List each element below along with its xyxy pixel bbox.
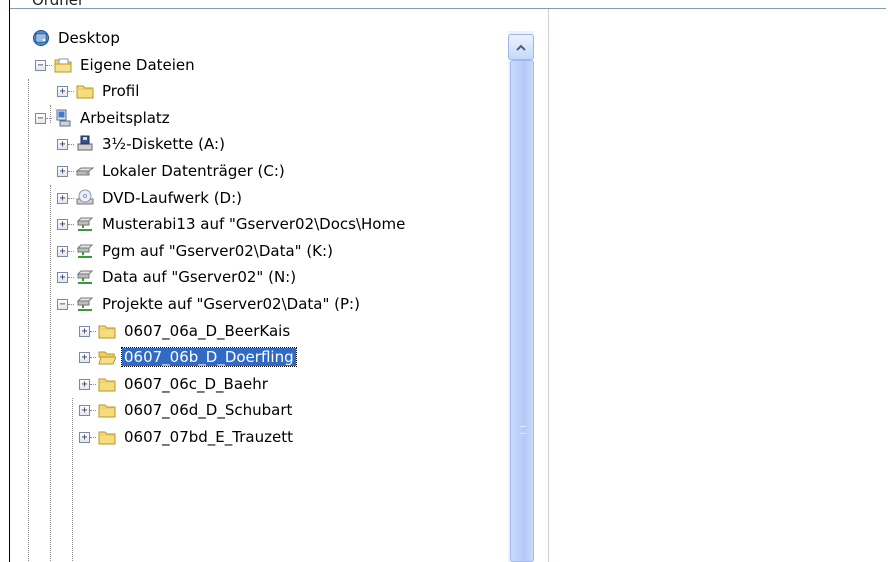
expand-icon[interactable]: + — [57, 139, 68, 151]
tree-item[interactable]: Eigene Dateien — [54, 52, 197, 78]
folder-icon — [98, 375, 116, 393]
scroll-grip — [520, 426, 526, 434]
documents-folder-icon — [54, 56, 72, 74]
tree-connector — [68, 304, 74, 305]
folder-icon — [98, 401, 116, 419]
tree-item-label: 0607_07bd_E_Trauzett — [124, 428, 293, 446]
tree-connector — [68, 144, 74, 146]
folder-icon — [98, 428, 116, 446]
expand-icon[interactable]: + — [79, 405, 90, 417]
tree-item-label: DVD-Laufwerk (D:) — [102, 188, 243, 207]
tree-item-label: 0607_06d_D_Schubart — [124, 401, 293, 420]
network-drive-icon — [76, 215, 94, 233]
tree-connector — [68, 250, 74, 252]
network-drive-icon — [76, 295, 94, 313]
tree-connector — [68, 197, 74, 199]
tree-item-label: Musterabi13 auf "Gserver02\Docs\Home — [102, 215, 406, 234]
expand-icon[interactable]: + — [79, 325, 90, 337]
tree-item-label: Desktop — [58, 29, 120, 47]
tree-item-label: Projekte auf "Gserver02\Data" (P:) — [102, 295, 360, 313]
tree-item[interactable]: Desktop — [32, 25, 122, 51]
tree-connector — [90, 383, 96, 385]
tree-item[interactable]: 0607_06c_D_Baehr — [98, 371, 270, 397]
tree-item[interactable]: Projekte auf "Gserver02\Data" (P:) — [76, 291, 362, 317]
expand-icon[interactable]: + — [79, 378, 90, 390]
network-drive-icon — [76, 242, 94, 260]
tree-item[interactable]: 0607_06d_D_Schubart — [98, 397, 294, 423]
dvd-drive-icon — [76, 189, 94, 207]
folder-icon — [98, 322, 116, 340]
tree-connector — [90, 437, 96, 438]
content-pane — [548, 9, 877, 562]
collapse-icon[interactable]: − — [35, 112, 46, 124]
scroll-up-button[interactable] — [508, 34, 534, 60]
pane-title: Ordner — [32, 0, 85, 9]
folder-tree[interactable]: Desktop − Eigene Dateien + Profil − Arbeitspla… — [10, 9, 508, 562]
tree-item-label: 3½-Diskette (A:) — [102, 135, 225, 154]
tree-item-label: Lokaler Datenträger (C:) — [102, 162, 285, 180]
network-drive-icon — [76, 268, 94, 286]
tree-item[interactable]: 0607_06a_D_BeerKais — [98, 318, 292, 344]
expand-icon[interactable]: + — [57, 86, 68, 98]
tree-connector — [68, 277, 74, 279]
expand-icon[interactable]: + — [57, 272, 68, 284]
tree-item[interactable]: Profil — [76, 78, 141, 104]
tree-connector — [46, 117, 52, 119]
tree-connector — [90, 330, 96, 332]
expand-icon[interactable]: + — [57, 166, 68, 177]
tree-item-label: 0607_06a_D_BeerKais — [124, 321, 291, 340]
tree-connector — [68, 171, 74, 172]
tree-item[interactable]: Pgm auf "Gserver02\Data" (K:) — [76, 238, 335, 264]
tree-connector — [68, 91, 74, 93]
tree-guide-line — [50, 105, 51, 123]
tree-item[interactable]: Musterabi13 auf "Gserver02\Docs\Home — [76, 211, 407, 237]
collapse-icon[interactable]: − — [35, 59, 46, 71]
tree-connector — [68, 224, 74, 226]
tree-item-label: 0607_06c_D_Baehr — [124, 374, 268, 393]
tree-item-label: Arbeitsplatz — [80, 108, 170, 127]
folder-icon — [76, 82, 94, 100]
collapse-icon[interactable]: − — [57, 299, 68, 310]
tree-connector — [90, 410, 96, 412]
tree-guide-line — [50, 185, 51, 562]
tree-item-label: 0607_06b_D_Doerfling — [121, 347, 297, 368]
expand-icon[interactable]: + — [79, 432, 90, 443]
desktop-icon — [32, 29, 50, 47]
expand-icon[interactable]: + — [57, 192, 68, 204]
expand-icon[interactable]: + — [79, 352, 90, 364]
tree-item[interactable]: Lokaler Datenträger (C:) — [75, 158, 287, 184]
tree-item[interactable]: DVD-Laufwerk (D:) — [76, 185, 244, 211]
pane-header: Ordner — [10, 0, 886, 9]
tree-item-label: Profil — [102, 82, 140, 101]
expand-icon[interactable]: + — [57, 245, 68, 257]
tree-connector — [90, 357, 96, 359]
folder-open-icon — [98, 348, 117, 366]
up-arrow-icon — [516, 44, 526, 51]
tree-item[interactable]: Arbeitsplatz — [54, 105, 172, 131]
tree-connector — [46, 64, 52, 66]
hard-drive-icon — [75, 162, 95, 180]
floppy-drive-icon — [76, 135, 94, 153]
tree-item[interactable]: 3½-Diskette (A:) — [76, 131, 227, 157]
computer-icon — [54, 109, 72, 127]
tree-item[interactable]: 0607_07bd_E_Trauzett — [98, 424, 295, 450]
tree-guide-line — [72, 398, 73, 562]
tree-guide-line — [28, 79, 29, 562]
tree-item[interactable]: 0607_06b_D_Doerfling — [98, 344, 297, 370]
scroll-thumb[interactable] — [510, 60, 534, 562]
tree-item[interactable]: Data auf "Gserver02" (N:) — [76, 264, 298, 290]
tree-item-label: Eigene Dateien — [80, 55, 195, 74]
tree-item-label: Data auf "Gserver02" (N:) — [102, 268, 297, 287]
expand-icon[interactable]: + — [57, 219, 68, 231]
tree-item-label: Pgm auf "Gserver02\Data" (K:) — [102, 241, 333, 260]
